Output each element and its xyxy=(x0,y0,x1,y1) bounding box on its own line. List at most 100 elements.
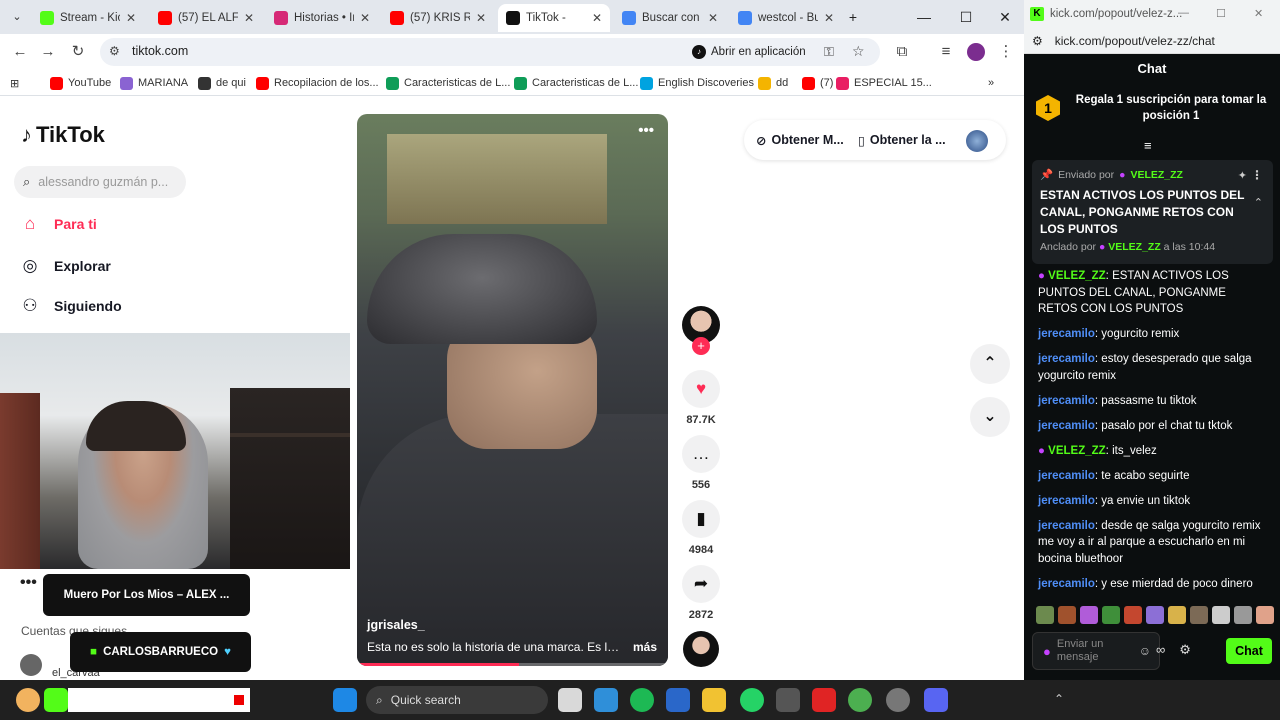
close-tab-icon[interactable]: ✕ xyxy=(126,11,136,25)
emote-icon[interactable] xyxy=(1036,606,1054,624)
app-icon[interactable] xyxy=(776,688,800,712)
wps-icon[interactable] xyxy=(812,688,836,712)
bookmarks-overflow-icon[interactable]: » xyxy=(988,75,994,91)
emote-icon[interactable] xyxy=(1256,606,1274,624)
chat-username[interactable]: jerecamilo xyxy=(1038,578,1095,590)
maximize-icon[interactable]: ☐ xyxy=(951,6,981,28)
nav-following[interactable]: ⚇ Siguiendo xyxy=(20,294,121,318)
send-chat-button[interactable]: Chat xyxy=(1226,638,1272,664)
nav-explore[interactable]: ◎ Explorar xyxy=(20,254,111,278)
site-info-icon[interactable]: ⚙ xyxy=(109,44,120,58)
tab-3[interactable]: (57) KRIS R ✕ xyxy=(382,4,494,32)
new-tab-button[interactable]: + xyxy=(838,6,868,28)
password-key-icon[interactable]: ⚿ xyxy=(824,44,834,60)
video-progress-bar[interactable] xyxy=(357,663,668,666)
collapse-icon[interactable]: ≡ xyxy=(1144,138,1152,153)
discord-icon[interactable] xyxy=(924,688,948,712)
tab-6[interactable]: westcol - Buscar ✕ xyxy=(730,4,842,32)
extensions-icon[interactable]: ⧉ xyxy=(890,41,914,63)
chat-username[interactable]: VELEZ_ZZ xyxy=(1048,445,1106,457)
forward-icon[interactable]: → xyxy=(36,41,60,63)
close-tab-icon[interactable]: ✕ xyxy=(592,11,602,25)
pinned-more-icon[interactable]: ⋮ xyxy=(1251,168,1263,182)
bookmark-item[interactable]: YouTube xyxy=(50,75,111,91)
tab-0[interactable]: Stream - Kick ✕ xyxy=(32,4,144,32)
unpin-icon[interactable]: ✦ xyxy=(1238,169,1247,182)
emote-icon[interactable] xyxy=(1146,606,1164,624)
tab-1[interactable]: (57) EL ALFA ✕ xyxy=(150,4,262,32)
comment-button[interactable]: … 556 xyxy=(682,435,720,491)
video-username[interactable]: jgrisales_ xyxy=(367,618,425,632)
close-tab-icon[interactable]: ✕ xyxy=(244,11,254,25)
chrome-icon[interactable] xyxy=(848,688,872,712)
tab-search-dropdown-icon[interactable]: ⌄ xyxy=(8,8,26,26)
chat-username[interactable]: VELEZ_ZZ xyxy=(1048,270,1106,282)
close-tab-icon[interactable]: ✕ xyxy=(360,11,370,25)
following-avatar[interactable] xyxy=(20,654,42,676)
store-icon[interactable] xyxy=(666,688,690,712)
open-in-app-button[interactable]: ♪ Abrir en aplicación xyxy=(692,43,806,61)
more-options-icon[interactable]: ••• xyxy=(20,574,37,592)
tray-icons[interactable]: ⌃ xyxy=(1054,692,1064,706)
settings-gear-icon[interactable]: ⚙ xyxy=(1179,642,1191,658)
video-player[interactable]: ••• jgrisales_ Esta no es solo la histor… xyxy=(357,114,668,666)
emote-icon[interactable] xyxy=(1212,606,1230,624)
task-view-icon[interactable] xyxy=(558,688,582,712)
address-bar[interactable]: ⚙ tiktok.com ♪ Abrir en aplicación ⚿ ☆ xyxy=(100,38,880,66)
close-window-icon[interactable]: ✕ xyxy=(1254,7,1263,20)
chat-username[interactable]: jerecamilo xyxy=(1038,420,1095,432)
close-tab-icon[interactable]: ✕ xyxy=(476,11,486,25)
chat-username[interactable]: jerecamilo xyxy=(1038,470,1095,482)
pinned-sender[interactable]: VELEZ_ZZ xyxy=(1130,169,1183,181)
bookmark-item[interactable]: Recopilacion de los... xyxy=(256,75,379,91)
emote-icon[interactable] xyxy=(1234,606,1252,624)
chat-username[interactable]: jerecamilo xyxy=(1038,520,1095,532)
obs-icon[interactable] xyxy=(886,688,910,712)
nav-for-you[interactable]: ⌂ Para ti xyxy=(20,212,97,236)
file-explorer-icon[interactable] xyxy=(702,688,726,712)
back-icon[interactable]: ← xyxy=(8,41,32,63)
video-more-link[interactable]: más xyxy=(633,640,657,654)
bookmark-item[interactable]: Caracteristicas de L... xyxy=(514,75,638,91)
emote-icon[interactable] xyxy=(1080,606,1098,624)
tab-4[interactable]: TikTok - ✕ xyxy=(498,4,610,32)
emote-icon[interactable] xyxy=(1168,606,1186,624)
sub-goal-banner[interactable]: 1 Regala 1 suscripción para tomar la pos… xyxy=(1036,92,1272,124)
chat-username[interactable]: jerecamilo xyxy=(1038,353,1095,365)
tab-5[interactable]: Buscar con Google ✕ xyxy=(614,4,726,32)
close-tab-icon[interactable]: ✕ xyxy=(824,11,834,25)
tiktok-logo[interactable]: ♪ TikTok xyxy=(21,122,105,148)
start-menu-icon[interactable] xyxy=(333,688,357,712)
maximize-icon[interactable]: ☐ xyxy=(1216,7,1226,20)
search-input[interactable]: ⌕ alessandro guzmán p... xyxy=(14,166,186,198)
like-button[interactable]: ♥ 87.7K xyxy=(682,370,720,426)
minimize-icon[interactable]: — xyxy=(909,6,939,28)
follow-plus-icon[interactable]: + xyxy=(692,337,710,355)
close-window-icon[interactable]: ✕ xyxy=(990,6,1020,28)
bookmark-item[interactable]: English Discoveries xyxy=(640,75,754,91)
save-button[interactable]: ▮ 4984 xyxy=(682,500,720,556)
emote-icon[interactable] xyxy=(1058,606,1076,624)
apps-grid-icon[interactable]: ⊞ xyxy=(10,75,19,91)
kick-address-bar[interactable]: ⚙ kick.com/popout/velez-zz/chat xyxy=(1024,28,1280,54)
share-button[interactable]: ➦ 2872 xyxy=(682,565,720,621)
spotify-icon[interactable] xyxy=(630,688,654,712)
bookmark-item[interactable]: (7) xyxy=(802,75,833,91)
chrome-menu-icon[interactable]: ⋮ xyxy=(994,41,1018,63)
chat-username[interactable]: jerecamilo xyxy=(1038,328,1095,340)
emote-icon[interactable] xyxy=(1124,606,1142,624)
bookmark-item[interactable]: de qui xyxy=(198,75,246,91)
minimize-icon[interactable]: — xyxy=(1178,7,1189,19)
weather-widget-icon[interactable] xyxy=(16,688,40,712)
tab-2[interactable]: Historias • Instagram ✕ xyxy=(266,4,378,32)
chat-message-input[interactable]: ● Enviar un mensaje ☺ xyxy=(1032,632,1160,670)
get-app-button[interactable]: ▯ Obtener la ... xyxy=(858,124,946,156)
profile-avatar[interactable] xyxy=(964,41,988,63)
points-icon[interactable]: ∞ xyxy=(1156,642,1165,658)
whatsapp-icon[interactable] xyxy=(740,688,764,712)
previous-video-button[interactable]: ⌃ xyxy=(970,344,1010,384)
kick-app-icon[interactable] xyxy=(44,688,68,712)
emote-icon[interactable] xyxy=(1190,606,1208,624)
media-controls-icon[interactable]: ≡ xyxy=(934,41,958,63)
chat-username[interactable]: jerecamilo xyxy=(1038,395,1095,407)
